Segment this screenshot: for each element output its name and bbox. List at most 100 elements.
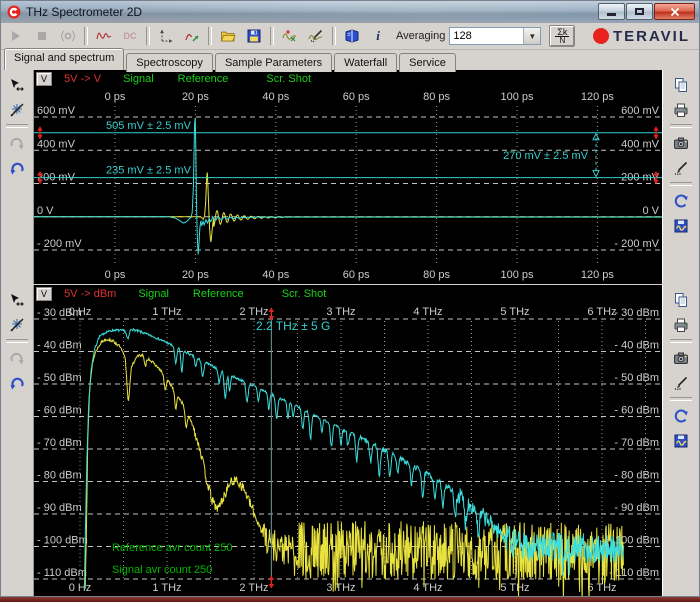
svg-text:100 ps: 100 ps xyxy=(501,91,535,103)
dc-button[interactable]: DC xyxy=(118,25,142,47)
signal-edit-button[interactable] xyxy=(304,25,328,47)
toolbar-separator xyxy=(270,27,274,45)
tab-spectroscopy[interactable]: Spectroscopy xyxy=(126,53,213,72)
conversion-mode-label[interactable]: 5V -> dBm xyxy=(64,288,116,300)
copy-button[interactable] xyxy=(668,72,694,97)
svg-text:Signal avr count 250: Signal avr count 250 xyxy=(112,564,212,576)
save-button[interactable] xyxy=(242,25,266,47)
track-cursor-button[interactable] xyxy=(4,287,30,312)
legend-signal[interactable]: Signal xyxy=(123,73,154,85)
y-units-button[interactable]: V xyxy=(36,287,52,301)
conversion-mode-label[interactable]: 5V -> V xyxy=(64,73,101,85)
record-button[interactable] xyxy=(56,25,80,47)
save-signal-button[interactable] xyxy=(668,428,694,453)
strip-separator xyxy=(670,397,692,401)
svg-text:0 V: 0 V xyxy=(643,205,660,217)
svg-text:6 THz: 6 THz xyxy=(587,306,616,318)
svg-text:- 80 dBm: - 80 dBm xyxy=(614,470,659,482)
legend-scr-shot[interactable]: Scr. Shot xyxy=(282,288,327,300)
scale-xy-icon xyxy=(157,28,175,44)
copy-button[interactable] xyxy=(668,287,694,312)
svg-text:- 80 dBm: - 80 dBm xyxy=(37,470,82,482)
cursor-off-icon xyxy=(8,317,26,333)
desktop-edge xyxy=(0,597,700,602)
y-units-button[interactable]: V xyxy=(36,72,52,86)
svg-text:2 THz: 2 THz xyxy=(239,306,268,318)
title-bar[interactable]: THz Spectrometer 2D xyxy=(1,1,699,23)
signal-wave-icon xyxy=(95,28,113,44)
open-icon xyxy=(219,28,237,44)
svg-text:505 mV ± 2.5 mV: 505 mV ± 2.5 mV xyxy=(106,120,192,132)
svg-text:2.2 THz ± 5 G: 2.2 THz ± 5 G xyxy=(256,319,330,333)
svg-text:5 THz: 5 THz xyxy=(500,582,529,594)
snapshot-button[interactable] xyxy=(668,345,694,370)
time-domain-panel: V 5V -> V Signal Reference Scr. Shot 600… xyxy=(1,70,699,284)
close-button[interactable] xyxy=(654,3,695,20)
strip-separator xyxy=(670,124,692,128)
signal-edit-small-icon xyxy=(672,375,690,391)
svg-text:- 60 dBm: - 60 dBm xyxy=(614,405,659,417)
svg-text:- 50 dBm: - 50 dBm xyxy=(37,372,82,384)
tab-service[interactable]: Service xyxy=(399,53,456,72)
svg-text:0 Hz: 0 Hz xyxy=(69,582,92,594)
legend-reference[interactable]: Reference xyxy=(178,73,229,85)
redo-icon xyxy=(8,135,26,151)
cursor-off-button[interactable] xyxy=(4,97,30,122)
scale-xy-button[interactable] xyxy=(154,25,178,47)
combobox-dropdown-icon[interactable]: ▼ xyxy=(523,28,540,44)
tab-waterfall[interactable]: Waterfall xyxy=(334,53,397,72)
info-icon: i xyxy=(376,28,380,44)
legend-scr-shot[interactable]: Scr. Shot xyxy=(266,73,311,85)
refresh-button[interactable] xyxy=(668,188,694,213)
autoscale-button[interactable] xyxy=(180,25,204,47)
redo-button[interactable] xyxy=(4,130,30,155)
open-button[interactable] xyxy=(216,25,240,47)
svg-text:235 mV ± 2.5 mV: 235 mV ± 2.5 mV xyxy=(106,165,192,177)
svg-text:60 ps: 60 ps xyxy=(343,91,370,103)
time-domain-chart[interactable]: 600 mV600 mV400 mV400 mV200 mV200 mV0 V0… xyxy=(34,88,662,284)
signal-markers-button[interactable] xyxy=(278,25,302,47)
averaging-label: Averaging xyxy=(396,30,445,42)
signal-markers-icon xyxy=(281,28,299,44)
signal-edit-small-button[interactable] xyxy=(668,155,694,180)
legend-signal[interactable]: Signal xyxy=(138,288,169,300)
maximize-button[interactable] xyxy=(626,3,653,20)
legend-reference[interactable]: Reference xyxy=(193,288,244,300)
refresh-button[interactable] xyxy=(668,403,694,428)
svg-text:- 70 dBm: - 70 dBm xyxy=(37,437,82,449)
svg-text:0 Hz: 0 Hz xyxy=(69,306,92,318)
tab-sample-parameters[interactable]: Sample Parameters xyxy=(215,53,332,72)
averaging-formula-button[interactable]: Σk N xyxy=(549,25,575,47)
print-button[interactable] xyxy=(668,312,694,337)
help-book-button[interactable] xyxy=(340,25,364,47)
toolbar-separator xyxy=(84,27,88,45)
track-cursor-button[interactable] xyxy=(4,72,30,97)
signal-wave-button[interactable] xyxy=(92,25,116,47)
toolbar-separator xyxy=(332,27,336,45)
info-button[interactable]: i xyxy=(366,25,390,47)
autoscale-icon xyxy=(183,28,201,44)
play-button[interactable] xyxy=(4,25,28,47)
print-button[interactable] xyxy=(668,97,694,122)
undo-button[interactable] xyxy=(4,155,30,180)
strip-separator xyxy=(6,339,28,343)
undo-button[interactable] xyxy=(4,370,30,395)
svg-text:- 90 dBm: - 90 dBm xyxy=(614,502,659,514)
save-signal-button[interactable] xyxy=(668,213,694,238)
cursor-off-button[interactable] xyxy=(4,312,30,337)
svg-text:Reference avr count 250: Reference avr count 250 xyxy=(112,542,232,554)
signal-edit-small-button[interactable] xyxy=(668,370,694,395)
strip-separator xyxy=(670,339,692,343)
svg-text:- 40 dBm: - 40 dBm xyxy=(614,340,659,352)
tab-bar: Signal and spectrum Spectroscopy Sample … xyxy=(1,50,699,70)
tab-signal-and-spectrum[interactable]: Signal and spectrum xyxy=(4,48,124,70)
snapshot-icon xyxy=(672,135,690,151)
averaging-combobox[interactable]: 128 ▼ xyxy=(449,27,541,45)
snapshot-button[interactable] xyxy=(668,130,694,155)
svg-text:20 ps: 20 ps xyxy=(182,91,209,103)
time-plot-legend: V 5V -> V Signal Reference Scr. Shot xyxy=(34,70,662,88)
redo-button[interactable] xyxy=(4,345,30,370)
minimize-button[interactable] xyxy=(598,3,625,20)
stop-button[interactable] xyxy=(30,25,54,47)
spectrum-chart[interactable]: - 30 dBm- 30 dBm- 40 dBm- 40 dBm- 50 dBm… xyxy=(34,303,662,597)
